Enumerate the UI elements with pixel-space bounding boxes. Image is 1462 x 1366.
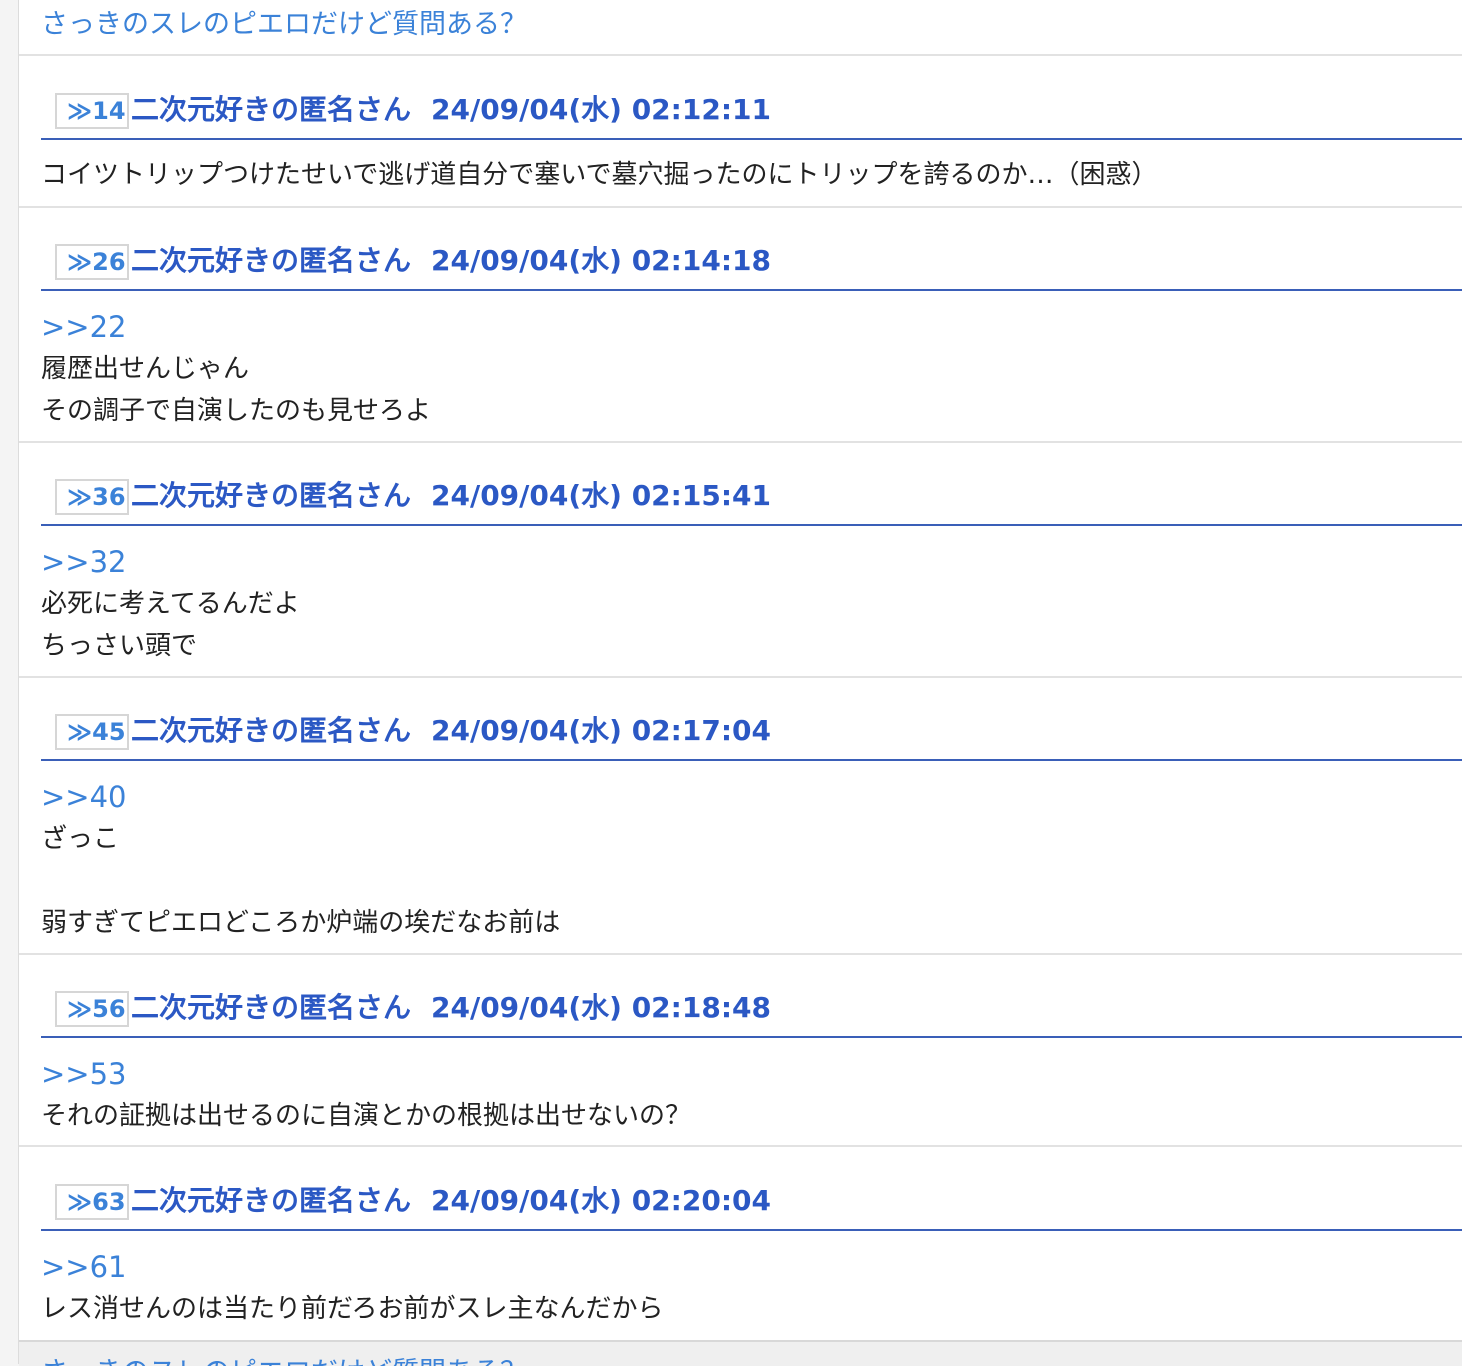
post-body: >>53 それの証拠は出せるのに自演とかの根拠は出せないの？ — [41, 1053, 1441, 1137]
separator — [19, 206, 1462, 208]
poster-name: 二次元好きの匿名さん — [131, 479, 412, 512]
thread-page: さっきのスレのピエロだけど質問ある？ ≫14 二次元好きの匿名さん 24/09/… — [18, 0, 1462, 1366]
related-thread-link[interactable]: さっきのスレのピエロだけど質問ある？ — [41, 2, 527, 41]
res-number-button[interactable]: ≫63 — [55, 1184, 129, 1220]
post-date: 24/09/04(水) 02:15:41 — [431, 479, 771, 512]
reply-anchor-link[interactable]: >>53 — [41, 1053, 1441, 1095]
post-line: コイツトリップつけたせいで逃げ道自分で塞いで墓穴掘ったのにトリップを誇るのか…（… — [41, 160, 1158, 190]
poster-name: 二次元好きの匿名さん — [131, 991, 412, 1024]
res-number-button[interactable]: ≫14 — [55, 93, 129, 129]
post-date: 24/09/04(水) 02:20:04 — [431, 1184, 771, 1217]
poster-name: 二次元好きの匿名さん — [131, 1184, 412, 1217]
reply-anchor-link[interactable]: >>32 — [41, 541, 1441, 583]
post-date: 24/09/04(水) 02:18:48 — [431, 991, 771, 1024]
post-line: 弱すぎてピエロどころか炉端の埃だなお前は — [41, 908, 561, 938]
post-body: コイツトリップつけたせいで逃げ道自分で塞いで墓穴掘ったのにトリップを誇るのか…（… — [41, 154, 1441, 196]
post-header: ≫63 二次元好きの匿名さん 24/09/04(水) 02:20:04 — [41, 1169, 1462, 1231]
post-body: >>22 履歴出せんじゃん その調子で自演したのも見せろよ — [41, 306, 1441, 432]
post-body: >>61 レス消せんのは当たり前だろお前がスレ主なんだから — [41, 1246, 1441, 1330]
res-number-button[interactable]: ≫56 — [55, 991, 129, 1027]
separator — [19, 54, 1462, 56]
res-number-button[interactable]: ≫26 — [55, 244, 129, 280]
separator — [19, 953, 1462, 955]
post-date: 24/09/04(水) 02:17:04 — [431, 714, 771, 747]
post-line: それの証拠は出せるのに自演とかの根拠は出せないの？ — [41, 1101, 692, 1131]
post-body: >>32 必死に考えてるんだよ ちっさい頭で — [41, 541, 1441, 667]
res-number-button[interactable]: ≫36 — [55, 479, 129, 515]
poster-name: 二次元好きの匿名さん — [131, 93, 412, 126]
post-line: その調子で自演したのも見せろよ — [41, 396, 432, 426]
separator — [19, 676, 1462, 678]
poster-name: 二次元好きの匿名さん — [131, 714, 412, 747]
reply-anchor-link[interactable]: >>40 — [41, 776, 1441, 818]
post-line: レス消せんのは当たり前だろお前がスレ主なんだから — [41, 1294, 664, 1324]
next-thread-strip: さっきのスレのピエロだけど質問ある？ — [19, 1340, 1462, 1366]
post-body: >>40 ざっこ 弱すぎてピエロどころか炉端の埃だなお前は — [41, 776, 1441, 944]
res-number-button[interactable]: ≫45 — [55, 714, 129, 750]
post-date: 24/09/04(水) 02:12:11 — [431, 93, 771, 126]
post-header: ≫45 二次元好きの匿名さん 24/09/04(水) 02:17:04 — [41, 699, 1462, 761]
post-header: ≫56 二次元好きの匿名さん 24/09/04(水) 02:18:48 — [41, 976, 1462, 1038]
post-line: 履歴出せんじゃん — [41, 354, 250, 384]
post-header: ≫36 二次元好きの匿名さん 24/09/04(水) 02:15:41 — [41, 464, 1462, 526]
poster-name: 二次元好きの匿名さん — [131, 244, 412, 277]
reply-anchor-link[interactable]: >>61 — [41, 1246, 1441, 1288]
reply-anchor-link[interactable]: >>22 — [41, 306, 1441, 348]
post-header: ≫14 二次元好きの匿名さん 24/09/04(水) 02:12:11 — [41, 78, 1462, 140]
post-line: ざっこ — [41, 824, 120, 854]
separator — [19, 1145, 1462, 1147]
post-line: 必死に考えてるんだよ — [41, 589, 300, 619]
post-line: ちっさい頭で — [41, 631, 198, 661]
separator — [19, 441, 1462, 443]
post-header: ≫26 二次元好きの匿名さん 24/09/04(水) 02:14:18 — [41, 229, 1462, 291]
post-date: 24/09/04(水) 02:14:18 — [431, 244, 771, 277]
